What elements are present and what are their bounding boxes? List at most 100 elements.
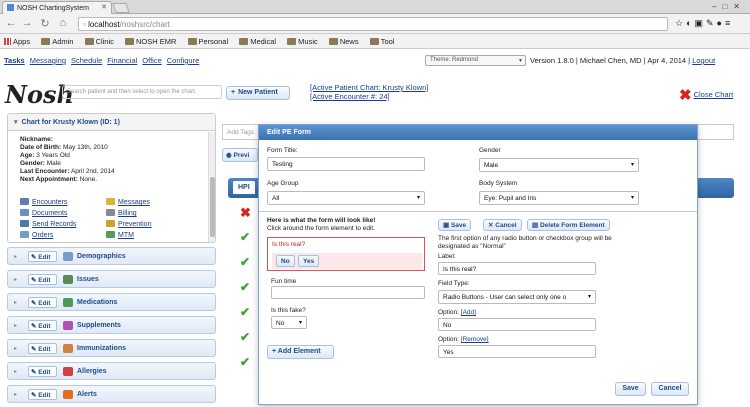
edit-button[interactable]: ✎ Edit	[28, 297, 57, 308]
edit-button[interactable]: ✎ Edit	[28, 251, 57, 262]
forward-icon[interactable]: →	[20, 17, 34, 29]
theme-select[interactable]: Theme: Redmond ▾	[425, 55, 526, 66]
label-input[interactable]: Is this real?	[438, 262, 596, 275]
close-tab-icon[interactable]: ✕	[101, 3, 107, 11]
collapse-icon[interactable]: ▾	[14, 119, 18, 126]
edit-button[interactable]: ✎ Edit	[28, 320, 57, 331]
cancel-element-button[interactable]: ✕ Cancel	[483, 219, 522, 231]
option-1-input[interactable]: No	[438, 318, 596, 331]
prevention-icon	[106, 220, 115, 227]
patient-search-input[interactable]: Search patient and then select to open t…	[62, 85, 222, 99]
field-type-select[interactable]: Radio Buttons - User can select only one…	[438, 290, 596, 304]
radio-no[interactable]: No	[276, 255, 295, 267]
option-2-label: Option: [Remove]	[438, 336, 489, 343]
menu-configure[interactable]: Configure	[167, 56, 200, 65]
bookmark-personal[interactable]: Personal	[187, 37, 228, 46]
browser-tab[interactable]: NOSH ChartingSystem ✕	[2, 1, 112, 14]
section-supplements[interactable]: ▸ ✎ Edit Supplements	[7, 316, 216, 334]
section-immunizations[interactable]: ▸ ✎ Edit Immunizations	[7, 339, 216, 357]
browser-tab-bar: NOSH ChartingSystem ✕ –□✕	[0, 0, 750, 14]
add-element-button[interactable]: + Add Element	[267, 345, 334, 359]
messages-link[interactable]: Messages	[106, 198, 150, 206]
encounters-link[interactable]: Encounters	[20, 198, 67, 206]
scroll-thumb[interactable]	[210, 177, 215, 237]
window-controls[interactable]: –□✕	[712, 2, 746, 11]
patient-panel-header[interactable]: ▾ Chart for Krusty Klown (ID: 1)	[8, 114, 215, 131]
save-element-button[interactable]: ▣ Save	[438, 219, 472, 231]
edit-button[interactable]: ✎ Edit	[28, 366, 57, 377]
bookmark-medical[interactable]: Medical	[239, 37, 276, 46]
section-allergies[interactable]: ▸ ✎ Edit Allergies	[7, 362, 216, 380]
save-button[interactable]: Save	[615, 382, 646, 396]
new-tab-button[interactable]	[112, 3, 130, 13]
bookmark-clinic[interactable]: Clinic	[84, 37, 114, 46]
close-chart-link[interactable]: Close Chart	[694, 90, 734, 99]
edit-button[interactable]: ✎ Edit	[28, 389, 57, 400]
apps-icon	[4, 38, 11, 45]
section-issues[interactable]: ▸ ✎ Edit Issues	[7, 270, 216, 288]
section-medications[interactable]: ▸ ✎ Edit Medications	[7, 293, 216, 311]
remove-option-link[interactable]: [Remove]	[461, 336, 489, 343]
edit-button[interactable]: ✎ Edit	[28, 274, 57, 285]
send-records-link[interactable]: Send Records	[20, 220, 76, 228]
age-value: 3 Years Old	[36, 152, 70, 159]
favicon-icon	[7, 4, 14, 11]
edit-button[interactable]: ✎ Edit	[28, 343, 57, 354]
expand-icon[interactable]: ▸	[14, 299, 17, 306]
age-group-select[interactable]: All ▾	[267, 191, 425, 205]
bookmark-news[interactable]: News	[328, 37, 359, 46]
reload-icon[interactable]: ↻	[38, 17, 52, 30]
add-option-link[interactable]: [Add]	[461, 309, 476, 316]
expand-icon[interactable]: ▸	[14, 276, 17, 283]
panel-scrollbar[interactable]	[208, 132, 215, 242]
prevention-link[interactable]: Prevention	[106, 220, 151, 228]
send-records-icon	[20, 220, 29, 227]
back-icon[interactable]: ←	[4, 17, 18, 29]
check-icon: ✔	[240, 305, 251, 319]
close-chart[interactable]: ✖ Close Chart	[679, 86, 733, 104]
bookmark-tool[interactable]: Tool	[369, 37, 394, 46]
expand-icon[interactable]: ▸	[14, 345, 17, 352]
tab-hpi[interactable]: HPI	[233, 181, 255, 194]
menu-schedule[interactable]: Schedule	[71, 56, 102, 65]
option-2-input[interactable]: Yes	[438, 345, 596, 358]
expand-icon[interactable]: ▸	[14, 391, 17, 398]
close-chart-icon[interactable]: ✖	[679, 87, 692, 104]
preview-element-selected[interactable]: Is this real? No Yes	[267, 237, 425, 271]
gender-value: Male	[46, 160, 61, 167]
bookmark-apps[interactable]: Apps	[4, 37, 30, 46]
fun-time-input[interactable]	[271, 286, 425, 299]
url-path: /noshsrc/chart	[119, 20, 170, 29]
logout-link[interactable]: Logout	[692, 56, 715, 65]
mtm-link[interactable]: MTM	[106, 231, 134, 239]
active-encounter-link[interactable]: [Active Encounter #: 24]	[310, 92, 428, 101]
body-system-select[interactable]: Eye: Pupil and Iris ▾	[479, 191, 639, 205]
menu-messaging[interactable]: Messaging	[30, 56, 66, 65]
expand-icon[interactable]: ▸	[14, 368, 17, 375]
orders-link[interactable]: Orders	[20, 231, 53, 239]
menu-tasks[interactable]: Tasks	[4, 56, 25, 65]
menu-office[interactable]: Office	[142, 56, 161, 65]
delete-element-button[interactable]: ▤ Delete Form Element	[527, 219, 610, 231]
cancel-button[interactable]: Cancel	[651, 382, 689, 396]
bookmark-admin[interactable]: Admin	[41, 37, 73, 46]
documents-link[interactable]: Documents	[20, 209, 67, 217]
home-icon[interactable]: ⌂	[56, 17, 70, 29]
active-patient-link[interactable]: [Active Patient Chart: Krusty Klown]	[310, 83, 428, 92]
form-title-input[interactable]: Testing	[267, 157, 425, 171]
bookmark-nosh-emr[interactable]: NOSH EMR	[125, 37, 176, 46]
billing-link[interactable]: Billing	[106, 209, 137, 217]
bookmark-music[interactable]: Music	[287, 37, 318, 46]
preview-button[interactable]: ◉ Previ	[222, 148, 258, 162]
new-patient-button[interactable]: + New Patient	[226, 86, 290, 100]
section-demographics[interactable]: ▸ ✎ Edit Demographics	[7, 247, 216, 265]
menu-financial[interactable]: Financial	[107, 56, 137, 65]
expand-icon[interactable]: ▸	[14, 253, 17, 260]
extension-icons[interactable]: ☆◐▣✎●≡	[675, 18, 733, 29]
gender-select[interactable]: Male ▾	[479, 158, 639, 172]
radio-yes[interactable]: Yes	[298, 255, 320, 267]
section-alerts[interactable]: ▸ ✎ Edit Alerts	[7, 385, 216, 403]
address-bar[interactable]: ▫ localhost/noshsrc/chart	[78, 17, 668, 31]
expand-icon[interactable]: ▸	[14, 322, 17, 329]
is-this-fake-select[interactable]: No ▾	[271, 316, 307, 329]
